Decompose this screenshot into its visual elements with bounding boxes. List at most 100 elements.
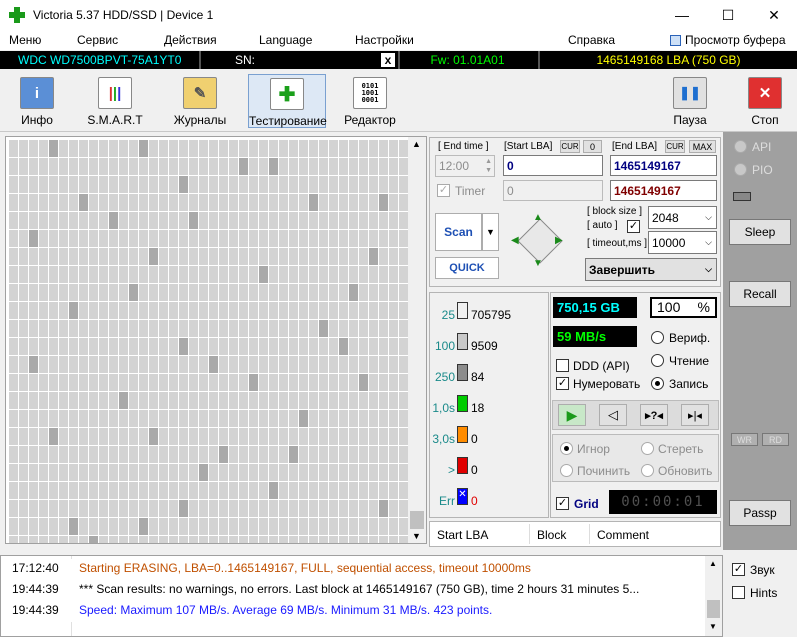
block-cell [329, 140, 338, 157]
menu-actions[interactable]: Действия [164, 33, 217, 47]
grid-checkbox[interactable]: ✓ [556, 497, 569, 510]
block-cell [379, 158, 388, 175]
pause-button[interactable]: ❚❚ Пауза [655, 74, 725, 128]
finish-action-select[interactable]: Завершить ⌵ [585, 258, 717, 281]
refresh-radio[interactable] [641, 464, 654, 477]
block-cell [29, 266, 38, 283]
block-cell [189, 356, 198, 373]
read-radio[interactable] [651, 354, 664, 367]
end-lba-input[interactable]: 1465149167 [610, 155, 717, 176]
timeout-select[interactable]: 10000 ⌵ [648, 231, 717, 254]
block-cell [99, 338, 108, 355]
quick-button[interactable]: QUICK [435, 257, 499, 279]
scan-dropdown-icon[interactable]: ▼ [482, 213, 499, 251]
pio-radio[interactable] [734, 163, 747, 176]
serial-clear-button[interactable]: x [381, 53, 395, 67]
block-cell [389, 446, 398, 463]
block-cell [339, 284, 348, 301]
write-radio[interactable] [651, 377, 664, 390]
block-cell [29, 536, 38, 543]
recall-button[interactable]: Recall [729, 281, 791, 307]
sound-checkbox[interactable]: ✓ [732, 563, 745, 576]
start-zero-button[interactable]: 0 [583, 140, 602, 153]
menu-service[interactable]: Сервис [77, 33, 118, 47]
block-cell [249, 176, 258, 193]
menu-main[interactable]: Меню [9, 33, 41, 47]
block-cell [369, 446, 378, 463]
auto-checkbox[interactable]: ✓ [627, 220, 640, 233]
block-map-scrollbar[interactable]: ▲ ▼ [408, 137, 426, 543]
buffer-view-link[interactable]: Просмотр буфера [670, 33, 786, 47]
passp-button[interactable]: Passp [729, 500, 791, 526]
testing-button[interactable]: ✚ Тестирование [248, 74, 327, 128]
block-cell [239, 338, 248, 355]
maximize-button[interactable]: ☐ [705, 0, 751, 30]
column-start-lba[interactable]: Start LBA [437, 528, 488, 542]
block-cell [139, 320, 148, 337]
time-spinner-icon[interactable]: ▲ ▼ [485, 157, 492, 175]
block-cell [169, 392, 178, 409]
column-comment[interactable]: Comment [597, 528, 649, 542]
block-cell [169, 500, 178, 517]
rewind-icon[interactable]: ◁ [599, 404, 627, 426]
api-radio[interactable] [734, 140, 747, 153]
menu-help[interactable]: Справка [568, 33, 615, 47]
block-size-select[interactable]: 2048 ⌵ [648, 206, 717, 229]
rd-button[interactable]: RD [762, 433, 789, 446]
end-time-input[interactable]: 12:00 ▲ ▼ [435, 155, 495, 177]
block-cell [359, 446, 368, 463]
log-scrollbar[interactable]: ▲ ▼ [705, 556, 722, 636]
repair-radio[interactable] [560, 464, 573, 477]
info-button[interactable]: i Инфо [2, 74, 72, 128]
block-cell [199, 410, 208, 427]
timer-input[interactable]: 0 [503, 180, 603, 201]
dpad-down-icon[interactable]: ▼ [533, 258, 543, 269]
scroll-thumb[interactable] [410, 511, 424, 529]
block-cell [149, 392, 158, 409]
start-cur-button[interactable]: CUR [560, 140, 580, 153]
skip-unknown-icon[interactable]: ▸?◂ [640, 404, 668, 426]
wr-button[interactable]: WR [731, 433, 758, 446]
numbering-checkbox[interactable]: ✓ [556, 377, 569, 390]
start-lba-input[interactable]: 0 [503, 155, 603, 176]
scroll-thumb[interactable] [707, 600, 720, 618]
play-icon[interactable]: ▶ [558, 404, 586, 426]
end-cur-button[interactable]: CUR [665, 140, 685, 153]
erase-radio[interactable] [641, 442, 654, 455]
column-block[interactable]: Block [537, 528, 566, 542]
scroll-up-icon[interactable]: ▲ [412, 139, 421, 149]
menu-language[interactable]: Language [259, 33, 312, 47]
block-cell [249, 374, 258, 391]
block-cell [209, 500, 218, 517]
minimize-button[interactable]: — [659, 0, 705, 30]
scroll-down-icon[interactable]: ▼ [412, 531, 421, 541]
verify-radio[interactable] [651, 331, 664, 344]
block-cell [39, 302, 48, 319]
block-cell [9, 536, 18, 543]
ddd-api-checkbox[interactable] [556, 359, 569, 372]
end-lba-current-input[interactable]: 1465149167 [610, 180, 717, 201]
timer-label: Timer [455, 184, 486, 198]
editor-button[interactable]: 0101 1001 0001 Редактор [335, 74, 405, 128]
menu-settings[interactable]: Настройки [355, 33, 414, 47]
block-cell [159, 338, 168, 355]
end-max-button[interactable]: MAX [689, 140, 716, 153]
scroll-up-icon[interactable]: ▲ [709, 559, 717, 568]
smart-button[interactable]: | | | S.M.A.R.T [80, 74, 150, 128]
ignore-radio[interactable] [560, 442, 573, 455]
stop-button[interactable]: ✕ Стоп [730, 74, 797, 128]
step-icon[interactable]: ▸|◂ [681, 404, 709, 426]
logs-button[interactable]: ✎ Журналы [165, 74, 235, 128]
timer-checkbox[interactable]: ✓ [437, 184, 450, 197]
dpad-left-icon[interactable]: ◀ [511, 235, 519, 246]
sleep-button[interactable]: Sleep [729, 219, 791, 245]
block-cell [299, 266, 308, 283]
block-cell [149, 212, 158, 229]
block-cell [159, 392, 168, 409]
dpad-up-icon[interactable]: ▲ [533, 212, 543, 223]
hints-checkbox[interactable] [732, 586, 745, 599]
close-window-button[interactable]: ✕ [751, 0, 797, 30]
scan-button[interactable]: Scan [435, 213, 482, 251]
scroll-down-icon[interactable]: ▼ [709, 622, 717, 631]
dpad-right-icon[interactable]: ▶ [555, 235, 563, 246]
